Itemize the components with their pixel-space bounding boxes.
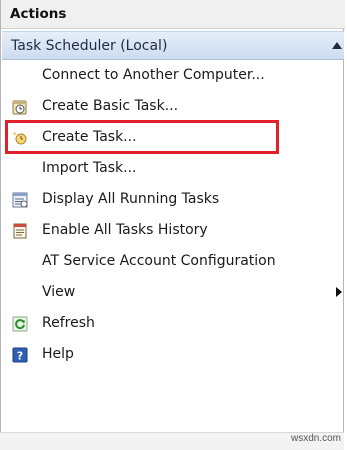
watermark: wsxdn.com [290, 433, 341, 444]
action-label: Help [42, 346, 74, 362]
action-help[interactable]: ? Help [3, 340, 343, 370]
new-task-icon [12, 130, 28, 146]
clock-task-icon [12, 99, 28, 115]
action-enable-tasks-history[interactable]: Enable All Tasks History [3, 216, 343, 246]
action-refresh[interactable]: Refresh [3, 309, 343, 339]
actions-pane-header: Actions [1, 0, 345, 29]
section-header-task-scheduler[interactable]: Task Scheduler (Local) [2, 31, 344, 60]
pane-title: Actions [10, 6, 67, 22]
action-label: View [42, 284, 76, 300]
action-display-running-tasks[interactable]: Display All Running Tasks [3, 185, 343, 215]
action-label: Create Task... [42, 129, 137, 145]
refresh-icon [12, 316, 28, 332]
action-at-service-account-config[interactable]: AT Service Account Configuration [3, 247, 343, 277]
actions-pane: Actions Task Scheduler (Local) Connect t… [0, 0, 345, 450]
running-tasks-icon [12, 192, 28, 208]
action-label: Display All Running Tasks [42, 191, 220, 207]
help-icon: ? [12, 347, 28, 363]
submenu-arrow-icon [336, 287, 342, 297]
action-label: AT Service Account Configuration [42, 253, 276, 269]
action-label: Enable All Tasks History [42, 222, 208, 238]
action-label: Refresh [42, 315, 95, 331]
task-history-icon [12, 223, 28, 239]
action-label: Create Basic Task... [42, 98, 179, 114]
section-title: Task Scheduler (Local) [11, 38, 168, 54]
svg-text:?: ? [17, 350, 23, 363]
action-view[interactable]: View [3, 278, 343, 308]
action-label: Connect to Another Computer... [42, 67, 265, 83]
collapse-up-icon[interactable] [332, 42, 342, 49]
action-import-task[interactable]: Import Task... [3, 154, 343, 184]
action-label: Import Task... [42, 160, 137, 176]
action-create-basic-task[interactable]: Create Basic Task... [3, 92, 343, 122]
action-connect-another-computer[interactable]: Connect to Another Computer... [3, 61, 343, 91]
action-create-task[interactable]: Create Task... [3, 123, 343, 153]
